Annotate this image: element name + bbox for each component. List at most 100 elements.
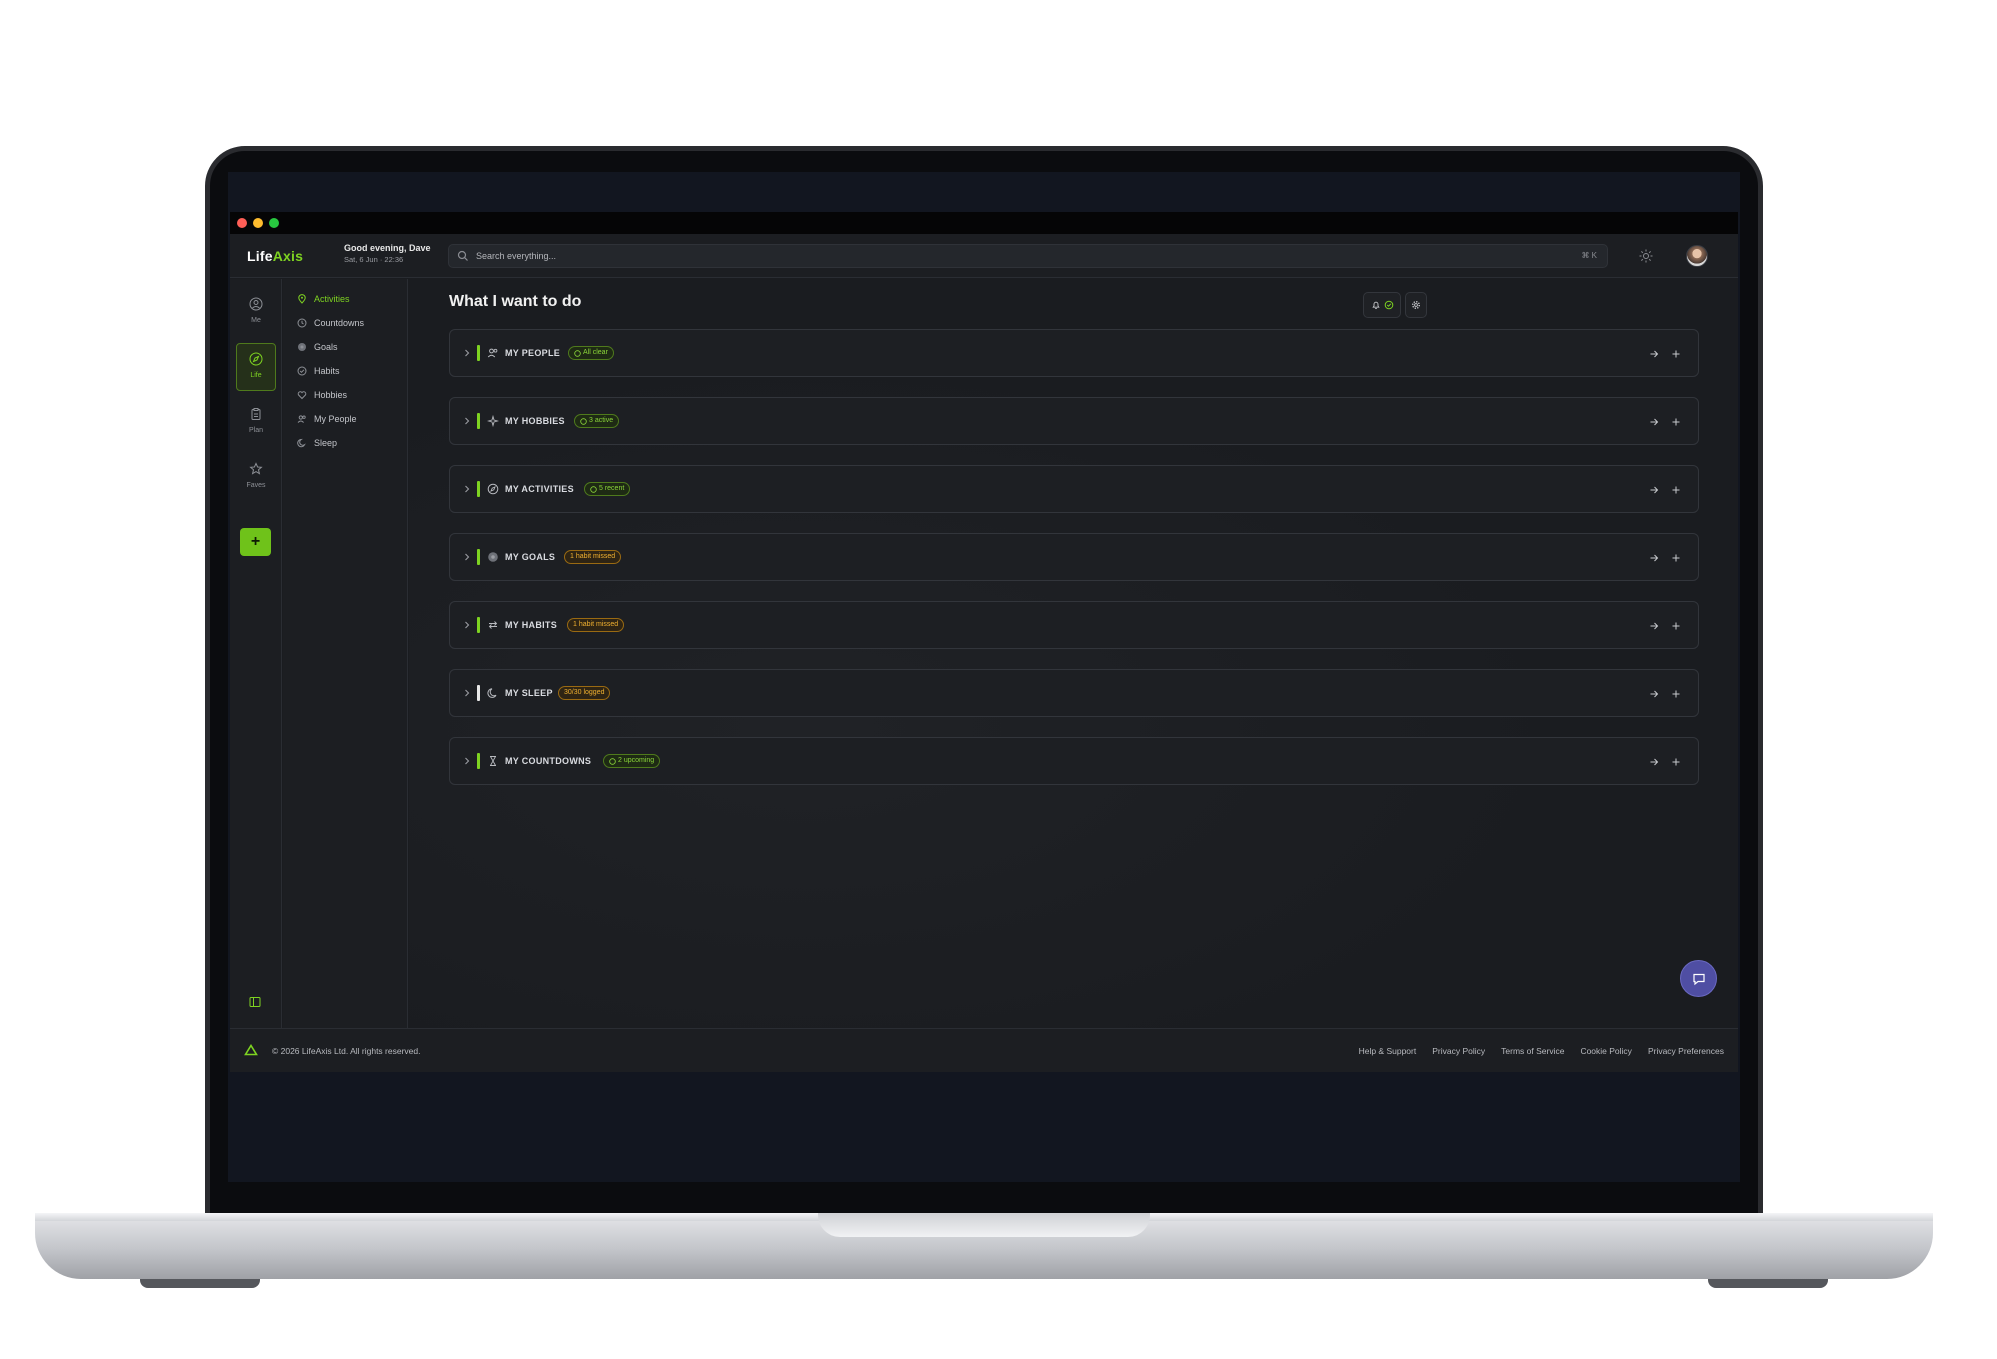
section-my-goals[interactable]: MY GOALS 1 habit missed	[449, 533, 1699, 581]
arrow-right-icon[interactable]	[1648, 484, 1660, 496]
status-badge: 30/30 logged	[558, 686, 611, 700]
laptop-notch	[818, 1213, 1150, 1237]
section-title: MY SLEEP	[505, 688, 553, 698]
main-content: What I want to do MY PEOPLE All clear MY…	[409, 279, 1738, 1028]
clipboard-icon	[251, 408, 261, 420]
rail-item-plan[interactable]: Plan	[236, 399, 276, 447]
laptop-foot-right	[1708, 1279, 1828, 1288]
section-accent-bar	[477, 345, 480, 361]
subnav-item-activities[interactable]: Activities	[297, 291, 350, 307]
plus-icon[interactable]	[1670, 484, 1682, 496]
status-badge: All clear	[568, 346, 614, 360]
arrow-right-icon[interactable]	[1648, 756, 1660, 768]
check-circle-icon	[297, 366, 307, 376]
pin-icon	[298, 294, 306, 304]
chevron-right-icon[interactable]	[462, 347, 472, 359]
laptop-foot-left	[140, 1279, 260, 1288]
section-my-sleep[interactable]: MY SLEEP 30/30 logged	[449, 669, 1699, 717]
minimize-window-button[interactable]	[253, 218, 263, 228]
rail-label-plan: Plan	[248, 427, 263, 434]
arrow-right-icon[interactable]	[1648, 348, 1660, 360]
users-icon	[487, 348, 498, 358]
status-badge: 1 habit missed	[564, 550, 622, 564]
chevron-right-icon[interactable]	[462, 415, 472, 427]
close-window-button[interactable]	[237, 218, 247, 228]
arrow-right-icon[interactable]	[1648, 552, 1660, 564]
footer-link-cookie-policy[interactable]: Cookie Policy	[1580, 1046, 1632, 1056]
chevron-right-icon[interactable]	[462, 687, 472, 699]
rail-item-faves[interactable]: Faves	[236, 454, 276, 502]
rail-label-me: Me	[251, 317, 261, 324]
subnav-item-hobbies[interactable]: Hobbies	[297, 387, 347, 403]
plus-icon[interactable]	[1670, 416, 1682, 428]
section-my-habits[interactable]: MY HABITS 1 habit missed	[449, 601, 1699, 649]
theme-toggle-sun-icon[interactable]	[1638, 248, 1654, 264]
settings-button[interactable]	[1405, 292, 1427, 318]
footer-link-privacy-policy[interactable]: Privacy Policy	[1432, 1046, 1485, 1056]
plus-icon[interactable]	[1670, 552, 1682, 564]
check-circle-icon	[590, 485, 597, 493]
app-window: LifeAxis Good evening, Dave Sat, 6 Jun ·…	[230, 212, 1738, 1072]
section-my-activities[interactable]: MY ACTIVITIES 5 recent	[449, 465, 1699, 513]
section-my-people[interactable]: MY PEOPLE All clear	[449, 329, 1699, 377]
section-my-hobbies[interactable]: MY HOBBIES 3 active	[449, 397, 1699, 445]
rail-label-life: Life	[250, 372, 262, 379]
arrow-right-icon[interactable]	[1648, 688, 1660, 700]
chat-button[interactable]	[1680, 960, 1717, 997]
subnav-label: My People	[314, 414, 357, 424]
rail-item-me[interactable]: Me	[236, 289, 276, 337]
hourglass-icon	[490, 756, 496, 766]
target-icon	[488, 552, 498, 562]
subnav-item-sleep[interactable]: Sleep	[297, 435, 337, 451]
arrow-right-icon[interactable]	[1648, 416, 1660, 428]
copyright-text: © 2026 LifeAxis Ltd. All rights reserved…	[272, 1046, 421, 1056]
footer-link-terms[interactable]: Terms of Service	[1501, 1046, 1564, 1056]
chevron-right-icon[interactable]	[462, 551, 472, 563]
greeting-text: Good evening, Dave	[344, 243, 431, 253]
sidebar-collapse-icon[interactable]	[248, 995, 262, 1009]
status-badge: 1 habit missed	[567, 618, 625, 632]
window-titlebar	[230, 212, 1738, 234]
check-circle-icon	[574, 349, 581, 357]
section-accent-bar	[477, 753, 480, 769]
chevron-right-icon[interactable]	[462, 755, 472, 767]
section-title: MY PEOPLE	[505, 348, 561, 358]
rail-item-life[interactable]: Life	[236, 343, 276, 391]
star-icon	[249, 462, 263, 475]
user-avatar[interactable]	[1686, 245, 1708, 267]
subnav-label: Goals	[314, 342, 338, 352]
footer-link-privacy-preferences[interactable]: Privacy Preferences	[1648, 1046, 1724, 1056]
subnav-label: Countdowns	[314, 318, 365, 328]
app-logo[interactable]: LifeAxis	[247, 248, 303, 264]
subnav-item-countdowns[interactable]: Countdowns	[297, 315, 364, 331]
search-icon	[457, 250, 468, 261]
subnav-label: Sleep	[314, 438, 338, 448]
life-subnav: Activities Countdowns Goals Habits Hobbi…	[283, 279, 408, 1028]
quick-add-button[interactable]: +	[240, 528, 271, 556]
section-accent-bar	[477, 549, 480, 565]
section-title: MY COUNTDOWNS	[505, 756, 592, 766]
primary-rail: Me Life Plan Faves +	[230, 279, 282, 1028]
section-title: MY HABITS	[505, 620, 558, 630]
notifications-button[interactable]	[1363, 292, 1401, 318]
subnav-label: Activities	[314, 294, 350, 304]
subnav-label: Habits	[314, 366, 340, 376]
subnav-item-goals[interactable]: Goals	[297, 339, 338, 355]
plus-icon[interactable]	[1670, 756, 1682, 768]
chevron-right-icon[interactable]	[462, 619, 472, 631]
subnav-item-habits[interactable]: Habits	[297, 363, 340, 379]
logo-accent: Axis	[272, 248, 304, 264]
maximize-window-button[interactable]	[269, 218, 279, 228]
plus-icon[interactable]	[1670, 348, 1682, 360]
search-input[interactable]: Search everything... ⌘ K	[448, 244, 1608, 268]
arrow-right-icon[interactable]	[1648, 620, 1660, 632]
subnav-item-my-people[interactable]: My People	[297, 411, 357, 427]
chevron-right-icon[interactable]	[462, 483, 472, 495]
badge-text: 30/30 logged	[564, 689, 605, 696]
plus-icon[interactable]	[1670, 620, 1682, 632]
section-accent-bar	[477, 413, 480, 429]
footer-link-help[interactable]: Help & Support	[1359, 1046, 1417, 1056]
plus-icon[interactable]	[1670, 688, 1682, 700]
section-my-countdowns[interactable]: MY COUNTDOWNS 2 upcoming	[449, 737, 1699, 785]
top-bar: LifeAxis Good evening, Dave Sat, 6 Jun ·…	[230, 234, 1738, 278]
